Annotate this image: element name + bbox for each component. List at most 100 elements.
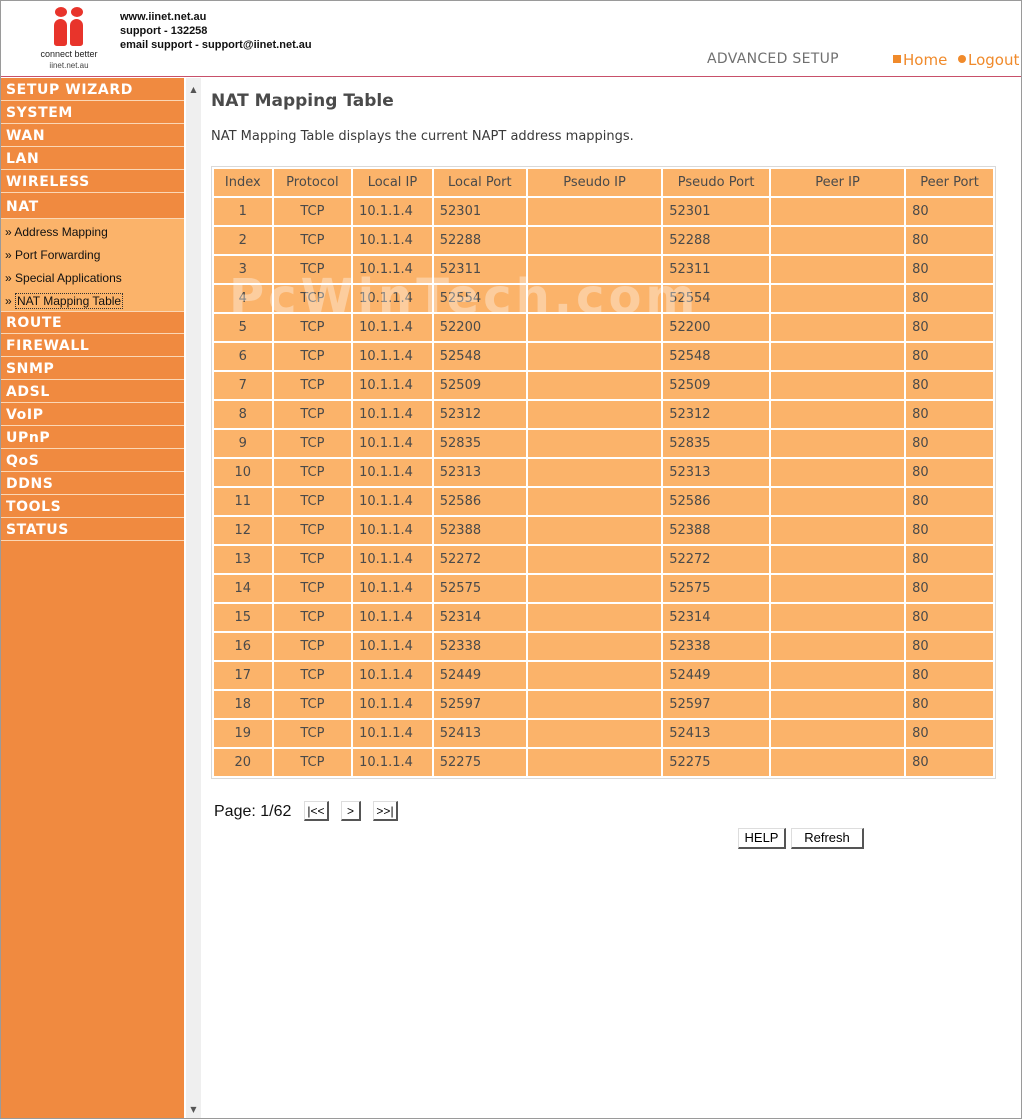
cell-local-port: 52509 xyxy=(433,372,526,399)
table-row: 7 TCP 10.1.1.4 52509 52509 80 xyxy=(214,372,993,399)
cell-index: 3 xyxy=(214,256,272,283)
logo-bar-right xyxy=(70,19,83,46)
cell-pseudo-port: 52413 xyxy=(663,720,770,747)
cell-local-ip: 10.1.1.4 xyxy=(353,372,432,399)
cell-index: 16 xyxy=(214,633,272,660)
cell-peer-ip xyxy=(771,749,905,776)
cell-protocol: TCP xyxy=(273,343,352,370)
cell-index: 18 xyxy=(214,691,272,718)
cell-peer-port: 80 xyxy=(906,691,993,718)
cell-pseudo-ip xyxy=(527,546,662,573)
cell-protocol: TCP xyxy=(273,749,352,776)
page-title: NAT Mapping Table xyxy=(211,91,394,111)
sidebar-item-wan[interactable]: WAN xyxy=(1,126,184,147)
logo-tagline: connect better xyxy=(40,49,98,59)
cell-protocol: TCP xyxy=(273,430,352,457)
contact-email: email support - support@iinet.net.au xyxy=(120,39,312,51)
sidebar-item-voip[interactable]: VoIP xyxy=(1,405,184,426)
cell-peer-ip xyxy=(771,256,905,283)
cell-peer-ip xyxy=(771,314,905,341)
cell-pseudo-port: 52835 xyxy=(663,430,770,457)
table-row: 11 TCP 10.1.1.4 52586 52586 80 xyxy=(214,488,993,515)
column-header-local-port: Local Port xyxy=(433,169,526,196)
cell-protocol: TCP xyxy=(273,198,352,225)
sidebar-scrollbar[interactable]: ▲ ▼ xyxy=(186,78,201,1118)
submenu-item-port-forwarding[interactable]: » Port Forwarding xyxy=(5,246,100,264)
sidebar-item-nat[interactable]: NAT xyxy=(1,195,184,219)
cell-protocol: TCP xyxy=(273,575,352,602)
cell-local-port: 52272 xyxy=(433,546,526,573)
cell-pseudo-port: 52449 xyxy=(663,662,770,689)
cell-protocol: TCP xyxy=(273,488,352,515)
cell-local-port: 52586 xyxy=(433,488,526,515)
sidebar-item-tools[interactable]: TOOLS xyxy=(1,497,184,518)
cell-local-ip: 10.1.1.4 xyxy=(353,459,432,486)
sidebar-item-firewall[interactable]: FIREWALL xyxy=(1,336,184,357)
sidebar-item-lan[interactable]: LAN xyxy=(1,149,184,170)
cell-peer-port: 80 xyxy=(906,517,993,544)
cell-index: 20 xyxy=(214,749,272,776)
cell-pseudo-port: 52338 xyxy=(663,633,770,660)
cell-peer-ip xyxy=(771,575,905,602)
sidebar-item-qos[interactable]: QoS xyxy=(1,451,184,472)
last-page-button[interactable]: >>| xyxy=(373,801,398,821)
cell-pseudo-ip xyxy=(527,488,662,515)
column-header-local-ip: Local IP xyxy=(353,169,432,196)
cell-protocol: TCP xyxy=(273,546,352,573)
submenu-item-special-applications[interactable]: » Special Applications xyxy=(5,269,122,287)
cell-pseudo-port: 52288 xyxy=(663,227,770,254)
logo-dot-left xyxy=(55,7,67,17)
cell-index: 15 xyxy=(214,604,272,631)
first-page-button[interactable]: |<< xyxy=(304,801,329,821)
cell-protocol: TCP xyxy=(273,227,352,254)
scroll-down-icon[interactable]: ▼ xyxy=(186,1102,201,1117)
sidebar-item-snmp[interactable]: SNMP xyxy=(1,359,184,380)
sidebar-item-system[interactable]: SYSTEM xyxy=(1,103,184,124)
cell-pseudo-ip xyxy=(527,691,662,718)
table-header-row: Index Protocol Local IP Local Port Pseud… xyxy=(214,169,993,196)
cell-local-ip: 10.1.1.4 xyxy=(353,691,432,718)
home-link[interactable]: Home xyxy=(893,51,947,69)
cell-pseudo-ip xyxy=(527,227,662,254)
cell-pseudo-port: 52200 xyxy=(663,314,770,341)
cell-protocol: TCP xyxy=(273,604,352,631)
cell-pseudo-ip xyxy=(527,575,662,602)
cell-local-port: 52835 xyxy=(433,430,526,457)
page-indicator: Page: 1/62 xyxy=(214,803,292,820)
logout-link[interactable]: Logout xyxy=(958,51,1019,69)
refresh-button[interactable]: Refresh xyxy=(791,828,864,849)
cell-peer-ip xyxy=(771,662,905,689)
cell-protocol: TCP xyxy=(273,459,352,486)
cell-peer-ip xyxy=(771,691,905,718)
scroll-up-icon[interactable]: ▲ xyxy=(186,82,201,97)
contact-website: www.iinet.net.au xyxy=(120,11,207,23)
help-button[interactable]: HELP xyxy=(738,828,786,849)
cell-pseudo-ip xyxy=(527,604,662,631)
cell-local-port: 52288 xyxy=(433,227,526,254)
sidebar-item-wireless[interactable]: WIRELESS xyxy=(1,172,184,193)
sidebar-item-upnp[interactable]: UPnP xyxy=(1,428,184,449)
submenu-item-address-mapping[interactable]: » Address Mapping xyxy=(5,223,108,241)
sidebar-item-status[interactable]: STATUS xyxy=(1,520,184,541)
sidebar-item-ddns[interactable]: DDNS xyxy=(1,474,184,495)
next-page-button[interactable]: > xyxy=(341,801,361,821)
cell-local-port: 52575 xyxy=(433,575,526,602)
sidebar-item-route[interactable]: ROUTE xyxy=(1,313,184,334)
cell-index: 9 xyxy=(214,430,272,457)
cell-peer-port: 80 xyxy=(906,227,993,254)
submenu-item-nat-mapping-table[interactable]: » NAT Mapping Table xyxy=(5,292,124,310)
cell-peer-port: 80 xyxy=(906,662,993,689)
nat-submenu: » Address Mapping » Port Forwarding » Sp… xyxy=(1,219,184,312)
cell-local-ip: 10.1.1.4 xyxy=(353,430,432,457)
logout-link-label: Logout xyxy=(968,51,1020,69)
cell-pseudo-ip xyxy=(527,430,662,457)
iinet-logo[interactable]: connect better iinet.net.au xyxy=(31,5,107,73)
cell-pseudo-port: 52554 xyxy=(663,285,770,312)
cell-peer-ip xyxy=(771,517,905,544)
sidebar-item-setup-wizard[interactable]: SETUP WIZARD xyxy=(1,80,184,101)
table-row: 2 TCP 10.1.1.4 52288 52288 80 xyxy=(214,227,993,254)
sidebar-item-adsl[interactable]: ADSL xyxy=(1,382,184,403)
cell-local-ip: 10.1.1.4 xyxy=(353,343,432,370)
cell-pseudo-port: 52548 xyxy=(663,343,770,370)
table-row: 10 TCP 10.1.1.4 52313 52313 80 xyxy=(214,459,993,486)
